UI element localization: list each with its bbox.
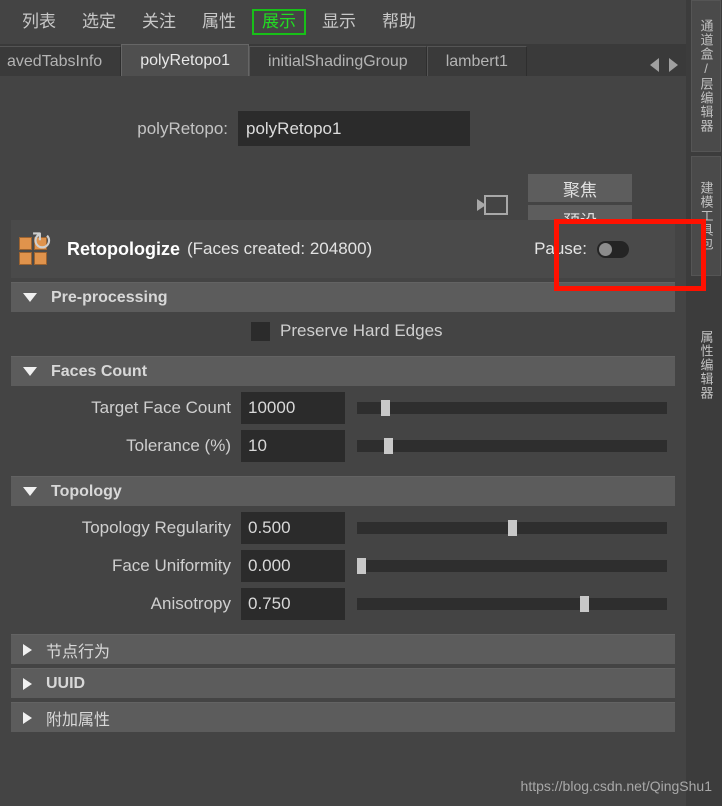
section-title: Topology <box>51 482 122 500</box>
tab-scroll-arrows <box>636 58 686 76</box>
section-header-topology[interactable]: Topology <box>11 476 675 506</box>
pause-control-group: Pause: <box>534 239 629 259</box>
tolerance-slider[interactable] <box>357 438 667 454</box>
section-header-node-behavior[interactable]: 节点行为 <box>11 634 675 664</box>
target-face-count-label: Target Face Count <box>91 398 231 417</box>
preserve-hard-edges-row: Preserve Hard Edges <box>11 316 675 346</box>
node-name-input[interactable] <box>238 111 470 146</box>
tab-initial-shading-group[interactable]: initialShadingGroup <box>249 46 427 76</box>
slider-handle[interactable] <box>357 558 366 574</box>
face-uniformity-row: Face Uniformity <box>11 548 675 584</box>
triangle-right-icon[interactable] <box>669 58 678 72</box>
vertical-tab-channel-box[interactable]: 通道盒/层编辑器 <box>691 0 721 152</box>
node-name-row: polyRetopo: <box>0 111 470 146</box>
topology-regularity-label: Topology Regularity <box>81 518 231 537</box>
section-header-pre-processing[interactable]: Pre-processing <box>11 282 675 312</box>
section-title: UUID <box>46 674 86 692</box>
target-face-count-slider[interactable] <box>357 400 667 416</box>
faces-created-count: (Faces created: 204800) <box>187 239 373 258</box>
target-face-count-row: Target Face Count <box>11 390 675 426</box>
anisotropy-slider[interactable] <box>357 596 667 612</box>
node-name-label: polyRetopo: <box>137 118 228 138</box>
refresh-arrow-icon: ↻ <box>31 226 53 256</box>
topology-regularity-input[interactable] <box>241 512 345 544</box>
slider-handle[interactable] <box>579 596 589 612</box>
node-tab-bar: avedTabsInfo polyRetopo1 initialShadingG… <box>0 44 686 76</box>
menu-item-selected[interactable]: 选定 <box>72 10 126 34</box>
topology-regularity-row: Topology Regularity <box>11 510 675 546</box>
face-uniformity-input[interactable] <box>241 550 345 582</box>
section-body-pre-processing: Preserve Hard Edges <box>11 312 675 352</box>
vertical-tab-strip: 通道盒/层编辑器 建模工具包 属性编辑器 <box>686 0 722 806</box>
menu-item-focus[interactable]: 关注 <box>132 10 186 34</box>
vertical-tab-attribute-editor[interactable]: 属性编辑器 <box>691 300 721 430</box>
node-title-row: ↻ Retopologize (Faces created: 204800) P… <box>11 220 675 278</box>
pause-toggle-knob <box>599 242 612 256</box>
section-header-faces-count[interactable]: Faces Count <box>11 356 675 386</box>
tab-lambert1[interactable]: lambert1 <box>426 46 527 76</box>
menu-item-list[interactable]: 列表 <box>12 10 66 34</box>
preserve-hard-edges-label: Preserve Hard Edges <box>280 321 443 340</box>
slider-handle[interactable] <box>507 520 517 536</box>
tab-saved-tabs-info[interactable]: avedTabsInfo <box>0 46 122 76</box>
menu-item-display[interactable]: 显示 <box>312 10 366 34</box>
triangle-down-icon <box>23 293 37 302</box>
tolerance-input[interactable] <box>241 430 345 462</box>
menu-item-help[interactable]: 帮助 <box>372 10 426 34</box>
section-body-topology: Topology Regularity Face Uniformity Anis… <box>11 506 675 630</box>
triangle-down-icon <box>23 367 37 376</box>
menu-item-attributes[interactable]: 属性 <box>192 10 246 34</box>
triangle-right-icon <box>23 711 32 724</box>
tolerance-label: Tolerance (%) <box>126 436 231 455</box>
section-title: 节点行为 <box>46 643 111 661</box>
pause-toggle[interactable] <box>597 240 629 258</box>
face-uniformity-label: Face Uniformity <box>111 556 231 575</box>
triangle-down-icon <box>23 487 37 496</box>
attribute-body: ↻ Retopologize (Faces created: 204800) P… <box>0 220 686 732</box>
section-header-uuid[interactable]: UUID <box>11 668 675 698</box>
section-header-extra-attributes[interactable]: 附加属性 <box>11 702 675 732</box>
retopologize-icon: ↻ <box>19 228 55 266</box>
section-title: 附加属性 <box>46 711 111 729</box>
input-flag-arrow-icon <box>477 199 486 211</box>
node-type-name: Retopologize <box>67 238 180 259</box>
target-face-count-input[interactable] <box>241 392 345 424</box>
pause-label: Pause: <box>534 239 587 258</box>
attribute-editor-panel: 列表 选定 关注 属性 展示 显示 帮助 avedTabsInfo polyRe… <box>0 0 686 806</box>
tab-poly-retopo1[interactable]: polyRetopo1 <box>121 44 250 76</box>
section-body-faces-count: Target Face Count Tolerance (%) <box>11 386 675 472</box>
topology-regularity-slider[interactable] <box>357 520 667 536</box>
preserve-hard-edges-checkbox[interactable] <box>251 321 270 341</box>
section-title: Pre-processing <box>51 288 168 306</box>
anisotropy-row: Anisotropy <box>11 586 675 622</box>
slider-handle[interactable] <box>384 438 394 454</box>
menu-item-show[interactable]: 展示 <box>252 9 306 35</box>
input-flag-icon[interactable] <box>477 195 508 215</box>
vertical-tab-modeling-toolkit[interactable]: 建模工具包 <box>691 156 721 276</box>
triangle-right-icon <box>23 643 32 656</box>
section-title: Faces Count <box>51 362 148 380</box>
menu-bar: 列表 选定 关注 属性 展示 显示 帮助 <box>0 0 686 44</box>
focus-button[interactable]: 聚焦 <box>528 174 632 202</box>
triangle-right-icon <box>23 677 32 690</box>
maya-attribute-editor-window: 列表 选定 关注 属性 展示 显示 帮助 avedTabsInfo polyRe… <box>0 0 722 806</box>
node-header-area: polyRetopo: 聚焦 预设 显示 隐藏 <box>0 76 686 264</box>
tolerance-row: Tolerance (%) <box>11 428 675 464</box>
slider-handle[interactable] <box>381 400 391 416</box>
anisotropy-label: Anisotropy <box>150 594 231 613</box>
anisotropy-input[interactable] <box>241 588 345 620</box>
face-uniformity-slider[interactable] <box>357 558 667 574</box>
watermark-text: https://blog.csdn.net/QingShu1 <box>520 778 712 794</box>
triangle-left-icon[interactable] <box>650 58 659 72</box>
